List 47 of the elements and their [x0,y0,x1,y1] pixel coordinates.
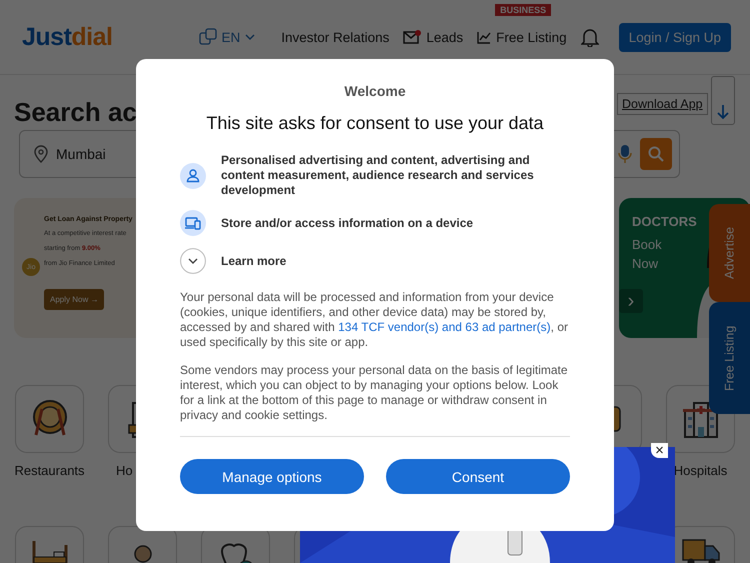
dialog-title: Welcome [343,83,407,100]
person-icon [180,162,206,188]
side-tab[interactable]: Free Listing [709,302,750,414]
bell-icon[interactable] [580,27,599,47]
dialog-button[interactable]: Consent [386,459,570,494]
category-tile[interactable] [15,385,84,453]
chevron-down-icon [245,34,256,40]
category-label: Ho [116,463,133,478]
location-pin-icon [34,145,48,163]
search-icon [648,146,664,162]
nav-link[interactable]: Investor Relations [281,30,390,44]
bed-icon [32,539,68,563]
nav-link[interactable]: Free Listing [477,30,567,44]
truck-icon [682,539,720,563]
devices-icon [180,210,206,236]
category-label: Restaurants [14,463,85,478]
banner-text: Book [632,236,662,254]
login-button[interactable]: Login / Sign Up [618,22,731,52]
business-badge: BUSINESS [495,4,552,16]
microphone-icon[interactable] [618,144,632,164]
location-text: Mumbai [56,146,106,162]
next-button[interactable]: › [619,289,643,313]
nav-link[interactable]: Leads [403,30,464,44]
learn-more-toggle[interactable]: Learn more [221,254,286,268]
dialog-button[interactable]: Manage options [180,459,364,494]
download-app-link[interactable]: Download App [617,93,708,115]
banner-text: Now [632,255,658,273]
page-heading: Search ac [14,96,137,129]
category-label: Hospitals [674,463,728,478]
purpose-text: Personalised advertising and content, advertising and content measurement, audience research and services development [221,153,535,198]
consent-paragraph: Some vendors may process your personal data on the basis of legitimate interest, which you can object to by managing your options below. Look for a link at the bottom of this page to manage or withdraw consent in privacy and cookie settings. [180,363,569,423]
download-button[interactable] [711,76,735,125]
banner-title: DOCTORS [632,214,698,229]
translate-icon [198,28,217,46]
apply-now-button[interactable]: Apply Now → [44,289,104,310]
down-arrow-icon [716,104,730,120]
close-button[interactable]: × [651,443,668,458]
justdial-logo[interactable]: Justdial [22,22,112,52]
vendors-link[interactable]: 134 TCF vendor(s) and 63 ad partner(s) [338,320,551,334]
language-selector[interactable]: EN [198,28,256,46]
search-button[interactable] [640,138,672,170]
purpose-text: Store and/or access information on a device [221,216,474,230]
trend-chart-icon [477,30,492,44]
envelope-icon [403,30,422,44]
dialog-heading: This site asks for consent to use your data [205,113,545,134]
side-tab[interactable]: Advertise [709,204,750,302]
chevron-down-icon[interactable] [180,248,206,274]
